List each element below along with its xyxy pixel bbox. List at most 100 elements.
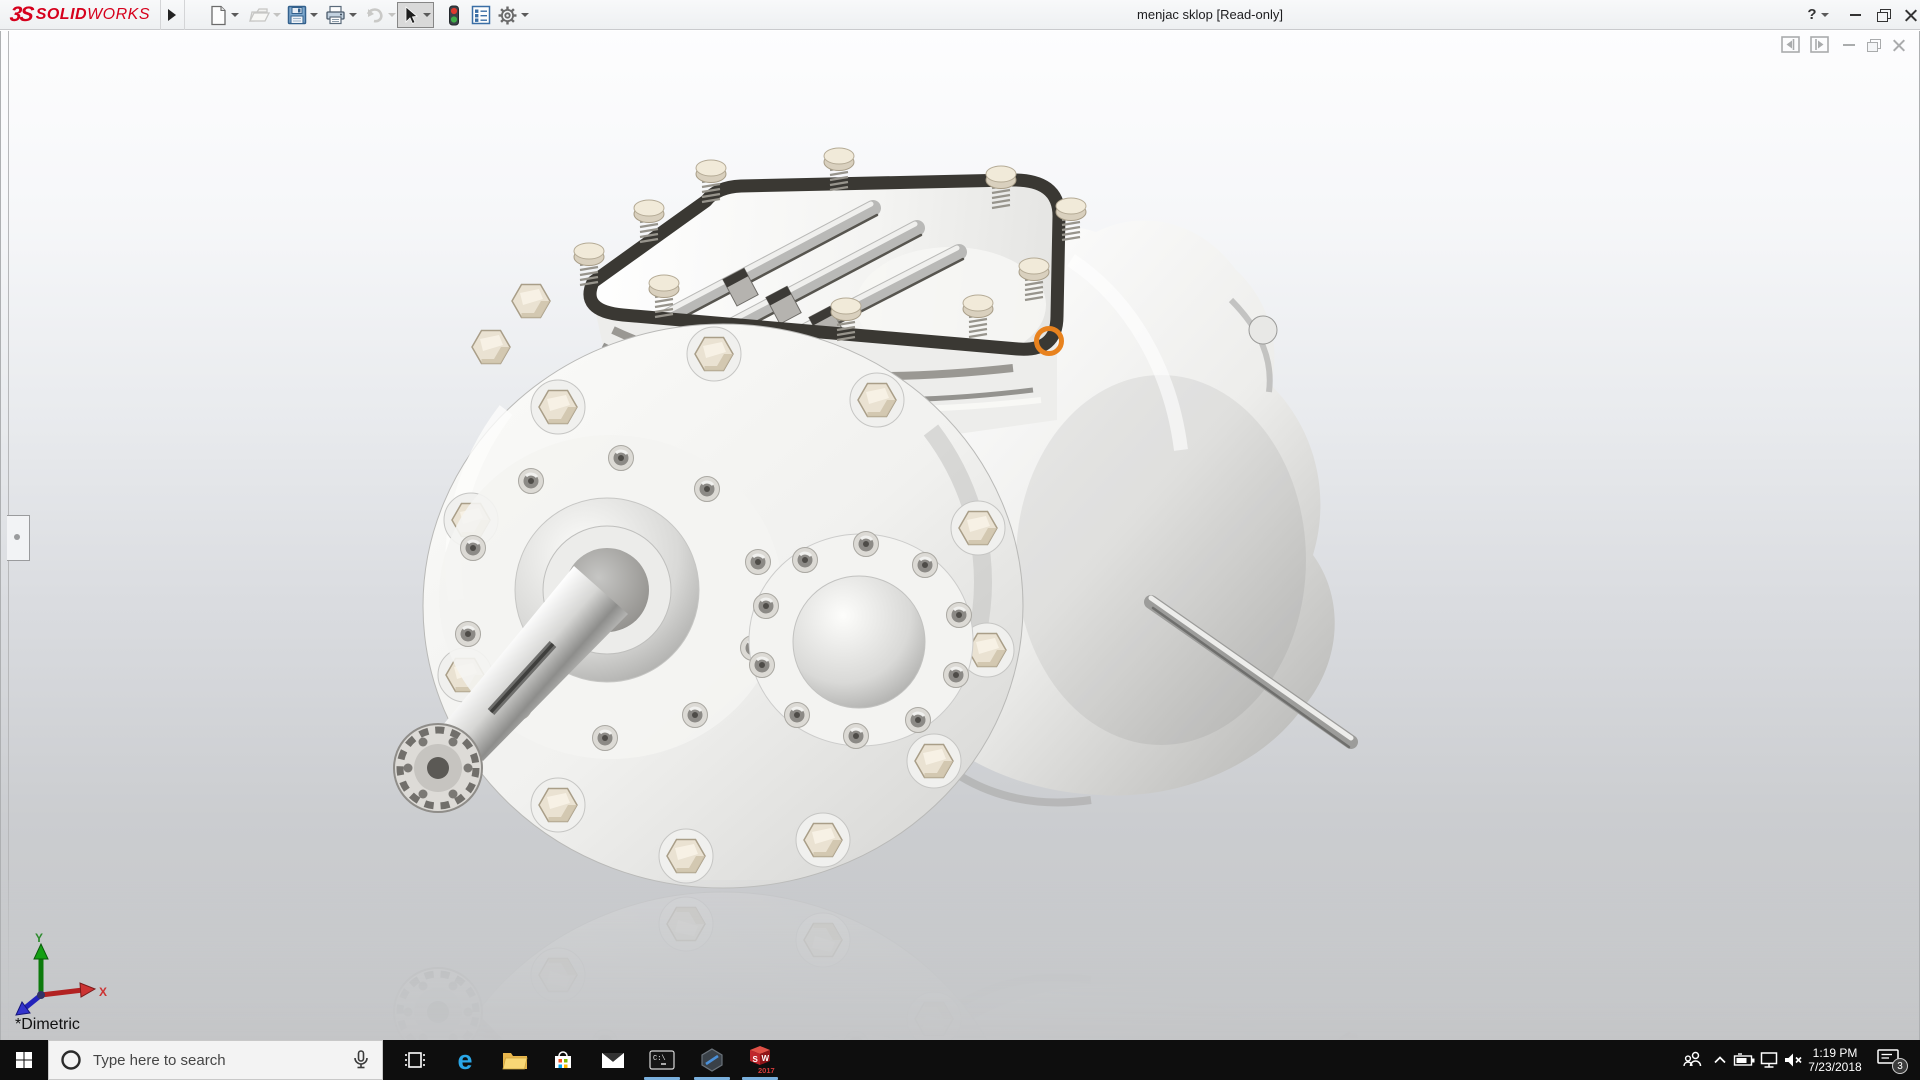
- next-pane-icon: [1810, 36, 1830, 54]
- open-button[interactable]: [246, 2, 283, 28]
- restore-icon: [1867, 39, 1880, 51]
- solidworks-2017-button[interactable]: S W 2017: [736, 1040, 784, 1080]
- file-properties-icon: [471, 5, 491, 25]
- solidworks-2017-icon: S W 2017: [745, 1045, 775, 1075]
- file-explorer-button[interactable]: [491, 1040, 539, 1080]
- help-button[interactable]: ?: [1803, 0, 1833, 29]
- display-network-icon: [1759, 1050, 1781, 1070]
- edge-icon: e: [457, 1047, 472, 1074]
- restore-button[interactable]: [1868, 0, 1898, 29]
- doc-restore-button[interactable]: [1861, 34, 1885, 56]
- file-explorer-icon: [502, 1049, 528, 1071]
- minimize-icon: [1850, 14, 1861, 16]
- svg-text:2017: 2017: [758, 1066, 775, 1075]
- triad-x-label: X: [99, 985, 107, 999]
- search-placeholder: Type here to search: [93, 1052, 350, 1069]
- people-button[interactable]: [1678, 1040, 1706, 1080]
- clock-date: 7/23/2018: [1808, 1060, 1861, 1074]
- undo-icon: [363, 5, 385, 25]
- chevron-up-icon: [1711, 1051, 1729, 1069]
- play-arrow-icon: [168, 9, 176, 21]
- hexagon-app-button[interactable]: [688, 1040, 736, 1080]
- minimize-button[interactable]: [1840, 0, 1870, 29]
- battery-button[interactable]: [1731, 1040, 1759, 1080]
- new-document-icon: [209, 5, 228, 26]
- hexagon-app-icon: [699, 1048, 725, 1072]
- save-icon: [287, 5, 307, 25]
- select-cursor-icon: [400, 5, 420, 26]
- print-button[interactable]: [323, 2, 359, 28]
- pane-next-button[interactable]: [1808, 34, 1832, 56]
- windows-logo-icon: [15, 1051, 33, 1069]
- gearbox-model[interactable]: [394, 148, 1351, 888]
- command-prompt-icon: C:\: [649, 1049, 675, 1071]
- traffic-light-icon: [445, 5, 463, 26]
- orientation-label: *Dimetric: [15, 1016, 80, 1034]
- solidworks-logo: 3S SOLIDWORKS: [10, 2, 150, 28]
- print-icon: [325, 5, 346, 25]
- doc-close-button[interactable]: [1887, 34, 1911, 56]
- options-button[interactable]: [495, 2, 531, 28]
- dropdown-caret-icon[interactable]: [423, 13, 431, 17]
- store-button[interactable]: [539, 1040, 587, 1080]
- store-icon: [551, 1048, 575, 1072]
- save-button[interactable]: [285, 2, 320, 28]
- people-icon: [1681, 1049, 1703, 1071]
- select-tool-button[interactable]: [397, 2, 434, 28]
- close-icon: [1893, 39, 1905, 51]
- close-button[interactable]: [1896, 0, 1920, 29]
- previous-pane-icon: [1781, 36, 1801, 54]
- svg-text:S: S: [753, 1055, 759, 1064]
- window-title: menjac sklop [Read-only]: [1050, 7, 1370, 22]
- gearbox-render: Y X: [1, 31, 1920, 1040]
- open-folder-icon: [248, 5, 270, 25]
- svg-text:C:\: C:\: [653, 1055, 666, 1063]
- title-bar: 3S SOLIDWORKS: [0, 0, 1920, 30]
- brand-works: WORKS: [87, 6, 150, 24]
- solidworks-window: 3S SOLIDWORKS: [0, 0, 1920, 1080]
- cortana-icon: [59, 1048, 83, 1072]
- battery-icon: [1733, 1051, 1757, 1069]
- dropdown-caret-icon[interactable]: [521, 13, 529, 17]
- microphone-icon[interactable]: [350, 1048, 372, 1072]
- mail-button[interactable]: [589, 1040, 637, 1080]
- triad-y-label: Y: [35, 931, 43, 945]
- new-document-button[interactable]: [207, 2, 241, 28]
- brand-solid: SOLID: [36, 6, 87, 24]
- taskbar-search[interactable]: Type here to search: [48, 1040, 383, 1080]
- pane-previous-button[interactable]: [1779, 34, 1803, 56]
- file-properties-button[interactable]: [469, 2, 493, 28]
- menu-expander-button[interactable]: [163, 3, 181, 27]
- edge-button[interactable]: e: [441, 1040, 489, 1080]
- dropdown-caret-icon[interactable]: [310, 13, 318, 17]
- speaker-muted-icon: [1782, 1050, 1806, 1070]
- restore-icon: [1877, 9, 1889, 20]
- task-view-icon: [403, 1048, 427, 1072]
- undo-button[interactable]: [361, 2, 398, 28]
- dropdown-caret-icon[interactable]: [231, 13, 239, 17]
- minimize-icon: [1843, 44, 1855, 46]
- start-button[interactable]: [0, 1040, 48, 1080]
- notification-badge: 3: [1892, 1058, 1908, 1074]
- mail-icon: [600, 1049, 626, 1071]
- gear-icon: [497, 5, 518, 26]
- tray-overflow-button[interactable]: [1706, 1040, 1734, 1080]
- clock-time: 1:19 PM: [1813, 1046, 1858, 1060]
- task-view-button[interactable]: [391, 1040, 439, 1080]
- dropdown-caret-icon: [273, 13, 281, 17]
- rebuild-button[interactable]: [443, 2, 465, 28]
- action-center-button[interactable]: 3: [1872, 1040, 1912, 1080]
- windows-taskbar: Type here to search e: [0, 1040, 1920, 1080]
- splitter-dot-icon: [14, 534, 20, 540]
- dropdown-caret-icon: [388, 13, 396, 17]
- close-icon: [1905, 9, 1917, 21]
- dropdown-caret-icon: [1821, 13, 1829, 17]
- dropdown-caret-icon[interactable]: [349, 13, 357, 17]
- svg-text:W: W: [762, 1054, 770, 1063]
- graphics-viewport[interactable]: Y X *Dimetric: [0, 31, 1920, 1040]
- doc-minimize-button[interactable]: [1837, 34, 1861, 56]
- command-prompt-button[interactable]: C:\: [638, 1040, 686, 1080]
- collapsed-panel-tab[interactable]: [7, 515, 30, 561]
- ds-logo-glyph: 3S: [8, 3, 33, 27]
- taskbar-clock[interactable]: 1:19 PM 7/23/2018: [1804, 1040, 1866, 1080]
